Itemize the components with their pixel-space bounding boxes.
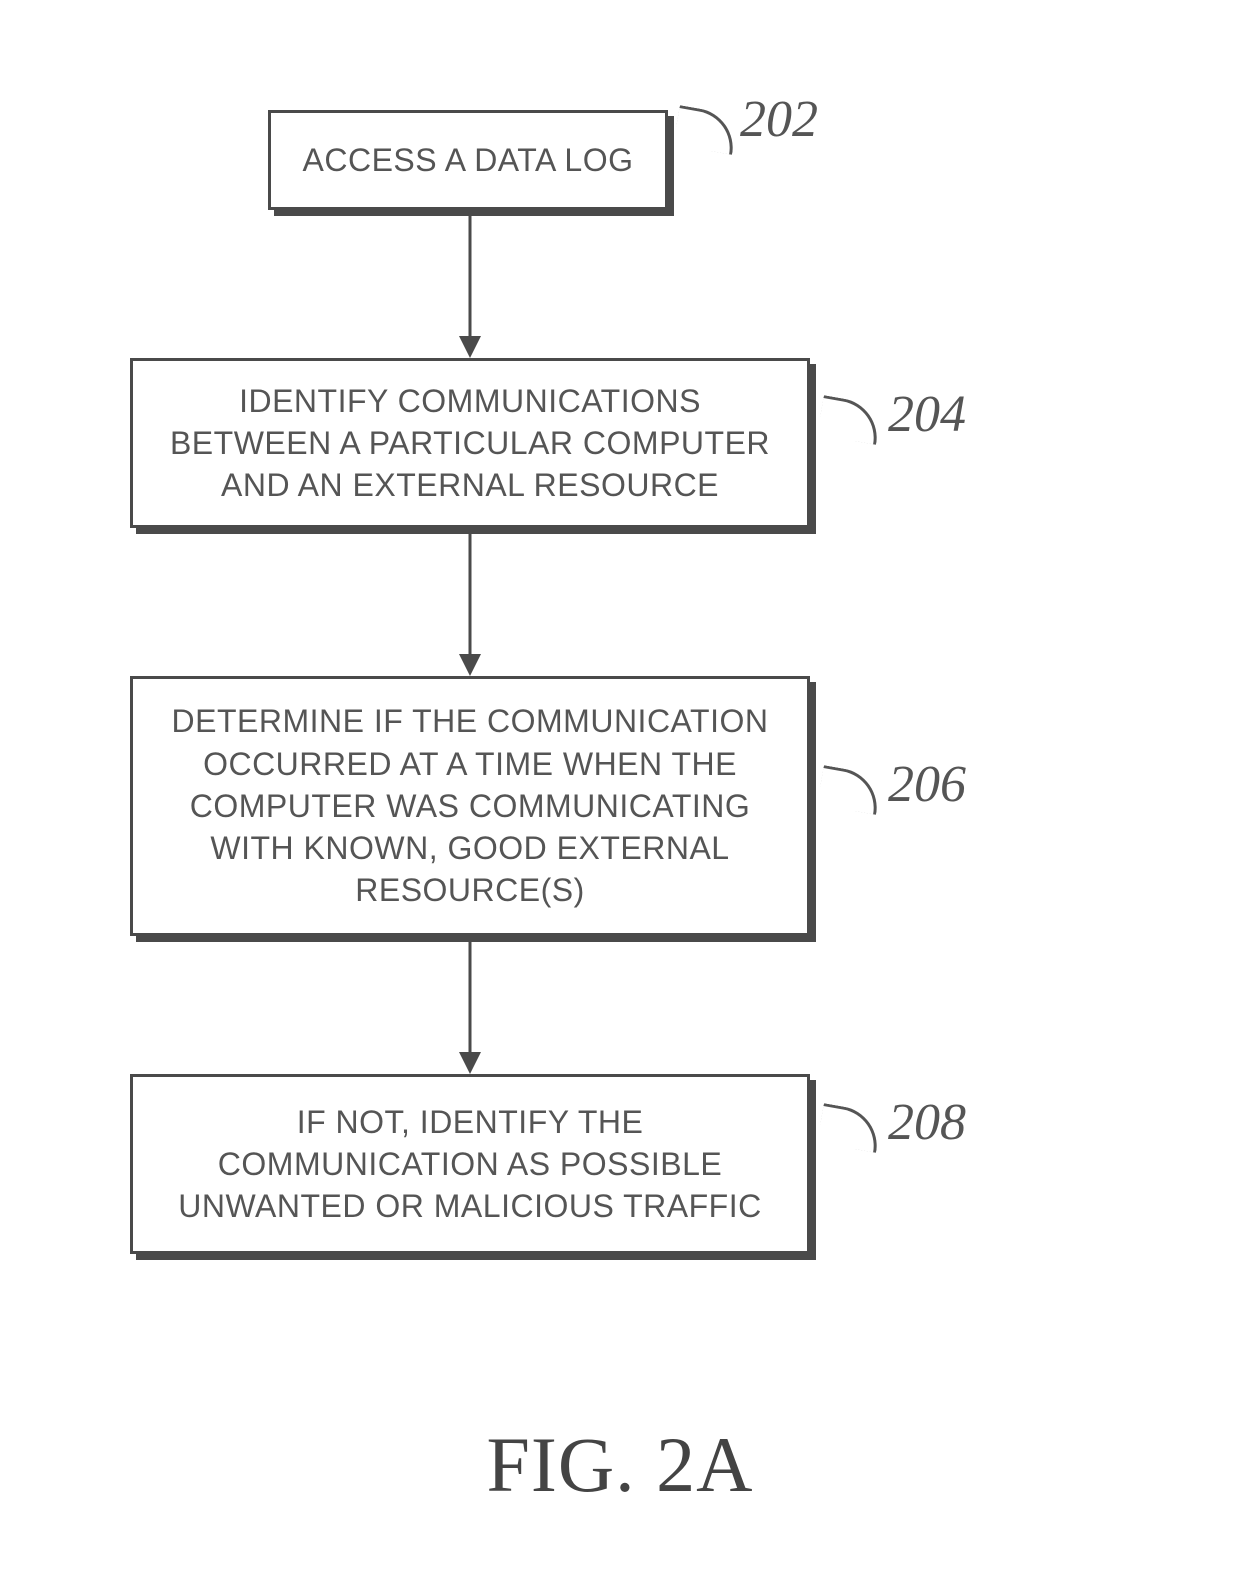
arrow-head-1 [459,336,481,358]
step-text: IF NOT, IDENTIFY THE COMMUNICATION AS PO… [157,1101,783,1228]
leader-202 [673,105,739,155]
arrow-head-3 [459,1052,481,1074]
step-text: ACCESS A DATA LOG [303,139,634,181]
step-box-204: IDENTIFY COMMUNICATIONS BETWEEN A PARTIC… [130,358,810,528]
figure-caption: FIG. 2A [0,1420,1240,1510]
leader-208 [817,1103,883,1153]
ref-label-206: 206 [888,755,966,814]
arrow-line-1 [469,216,472,336]
arrow-line-3 [469,942,472,1052]
leader-206 [817,765,883,815]
step-text: IDENTIFY COMMUNICATIONS BETWEEN A PARTIC… [157,380,783,507]
flowchart-canvas: ACCESS A DATA LOG 202 IDENTIFY COMMUNICA… [0,0,1240,1596]
leader-204 [817,395,883,445]
step-box-202: ACCESS A DATA LOG [268,110,668,210]
arrow-line-2 [469,534,472,654]
ref-label-208: 208 [888,1093,966,1152]
step-box-206: DETERMINE IF THE COMMUNICATION OCCURRED … [130,676,810,936]
step-box-208: IF NOT, IDENTIFY THE COMMUNICATION AS PO… [130,1074,810,1254]
step-text: DETERMINE IF THE COMMUNICATION OCCURRED … [157,700,783,911]
ref-label-204: 204 [888,385,966,444]
ref-label-202: 202 [740,90,818,149]
arrow-head-2 [459,654,481,676]
